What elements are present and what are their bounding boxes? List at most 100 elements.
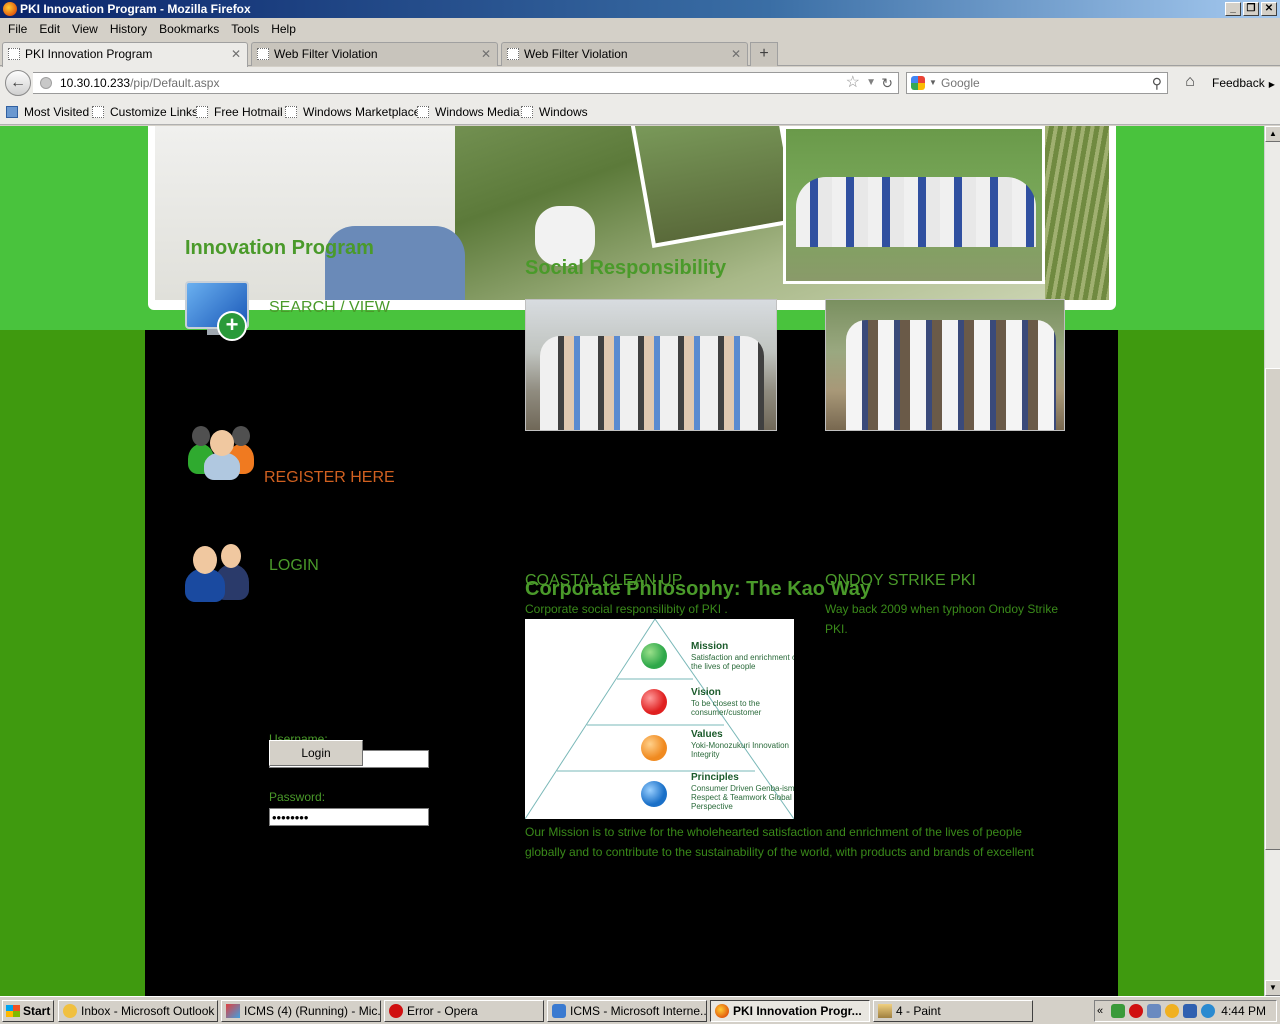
page-favicon-icon [8,48,20,60]
bookmark-customize-links[interactable]: Customize Links [92,99,198,125]
tab-web-filter-2[interactable]: Web Filter Violation ✕ [501,42,748,66]
tab-pki-innovation[interactable]: PKI Innovation Program ✕ [2,42,248,67]
url-text: 10.30.10.233/pip/Default.aspx [60,76,220,90]
scroll-up-icon[interactable]: ▲ [1265,126,1280,142]
feedback-button[interactable]: Feedback ▶ [1212,67,1275,101]
site-identity-icon[interactable] [40,77,52,89]
search-view-link[interactable]: SEARCH / VIEW [269,299,390,317]
maximize-button[interactable]: ❐ [1243,2,1259,16]
virtualbox-icon [226,1004,240,1018]
menu-tools[interactable]: Tools [225,18,265,40]
register-here-link[interactable]: REGISTER HERE [264,469,395,487]
bookmark-windows-marketplace[interactable]: Windows Marketplace [285,99,420,125]
coastal-cleanup-photo[interactable] [525,299,777,431]
tray-clock-icon[interactable] [1165,1004,1179,1018]
ondoy-strike-photo[interactable] [825,299,1065,431]
innovation-program-heading: Innovation Program [185,237,374,259]
vertical-scrollbar[interactable]: ▲ ▼ [1264,126,1280,996]
tray-opera-icon[interactable] [1129,1004,1143,1018]
mission-ball-icon [641,643,667,669]
corporate-philosophy-heading: Corporate Philosophy: The Kao Way [525,578,871,600]
task-icms-ie[interactable]: ICMS - Microsoft Interne... [547,1000,707,1022]
page-favicon-icon [257,48,269,60]
most-visited-icon [6,106,18,118]
windows-logo-icon [6,1005,20,1017]
menu-file[interactable]: File [2,18,33,40]
close-button[interactable]: ✕ [1261,2,1277,16]
page-icon [285,106,297,118]
scroll-down-icon[interactable]: ▼ [1265,980,1280,996]
grass-texture [1045,126,1109,300]
page-icon [521,106,533,118]
tab-label: Web Filter Violation [524,47,628,61]
menu-view[interactable]: View [66,18,104,40]
task-paint[interactable]: 4 - Paint [873,1000,1033,1022]
group-people [796,177,1036,247]
page-icon [196,106,208,118]
tray-monitor-icon[interactable] [1183,1004,1197,1018]
url-bar[interactable]: 10.30.10.233/pip/Default.aspx ☆ ▼ ↻ [33,72,899,94]
url-history-dropdown-icon[interactable]: ▼ [866,73,876,93]
tab-web-filter-1[interactable]: Web Filter Violation ✕ [251,42,498,66]
google-engine-icon[interactable] [911,76,925,90]
home-icon[interactable]: ⌂ [1180,72,1200,92]
bookmark-free-hotmail[interactable]: Free Hotmail [196,99,283,125]
opera-icon [389,1004,403,1018]
login-heading: LOGIN [269,557,319,574]
task-opera[interactable]: Error - Opera [384,1000,544,1022]
user-blue-head [210,430,234,456]
social-responsibility-heading: Social Responsibility [525,257,727,279]
firefox-icon [715,1004,729,1018]
engine-dropdown-icon[interactable]: ▼ [929,73,937,93]
tray-globe-icon[interactable] [1201,1004,1215,1018]
tab-strip: PKI Innovation Program ✕ Web Filter Viol… [0,40,1280,67]
tray-tools-icon[interactable] [1147,1004,1161,1018]
paint-icon [878,1004,892,1018]
login-button[interactable]: Login [269,740,363,766]
task-pki-firefox[interactable]: PKI Innovation Progr... [710,1000,870,1022]
bookmarks-toolbar: Most Visited Customize Links Free Hotmai… [0,99,1280,125]
bookmark-most-visited[interactable]: Most Visited [6,99,89,125]
tab-close-icon[interactable]: ✕ [231,43,241,65]
search-icon[interactable]: ⚲ [1152,73,1162,93]
tray-network-icon[interactable] [1111,1004,1125,1018]
menu-edit[interactable]: Edit [33,18,66,40]
tier-vision-desc: To be closest to the consumer/customer [691,699,762,717]
tier-values: Values [691,729,723,740]
menu-history[interactable]: History [104,18,153,40]
tier-principles-desc: Consumer Driven Genba-ism Respect & Team… [691,784,794,811]
principles-ball-icon [641,781,667,807]
mission-paragraph: Our Mission is to strive for the wholehe… [525,825,1034,859]
clock: 4:44 PM [1221,1004,1266,1018]
page-favicon-icon [507,48,519,60]
password-input[interactable] [269,808,429,826]
tray-expand-icon[interactable]: « [1097,1001,1103,1021]
menu-bookmarks[interactable]: Bookmarks [153,18,225,40]
ie-icon [552,1004,566,1018]
start-button[interactable]: Start [2,1000,54,1022]
tab-close-icon[interactable]: ✕ [481,43,491,65]
menu-bar: File Edit View History Bookmarks Tools H… [0,18,1280,40]
bookmark-windows-media[interactable]: Windows Media [417,99,520,125]
firefox-icon [3,2,17,16]
scroll-thumb[interactable] [1265,368,1280,850]
bookmark-windows[interactable]: Windows [521,99,588,125]
reload-icon[interactable]: ↻ [881,73,893,93]
task-icms-running[interactable]: ICMS (4) (Running) - Mic... [221,1000,381,1022]
search-view-icon[interactable]: + [185,281,249,341]
minimize-button[interactable]: _ [1225,2,1241,16]
back-button[interactable]: ← [5,70,31,96]
tier-mission: Mission [691,641,729,652]
user-back-head [221,544,241,568]
menu-help[interactable]: Help [265,18,302,40]
bookmark-star-icon[interactable]: ☆ [846,73,860,93]
tilted-photo [629,126,801,249]
tab-close-icon[interactable]: ✕ [731,43,741,65]
user-green-head [192,426,210,446]
task-outlook[interactable]: Inbox - Microsoft Outlook [58,1000,218,1022]
register-users-icon[interactable] [188,418,256,480]
tab-label: PKI Innovation Program [25,47,153,61]
search-input[interactable] [941,74,1141,92]
new-tab-button[interactable]: + [750,42,778,66]
coastal-cleanup-desc: Corporate social responsilibity of PKI . [525,602,728,616]
